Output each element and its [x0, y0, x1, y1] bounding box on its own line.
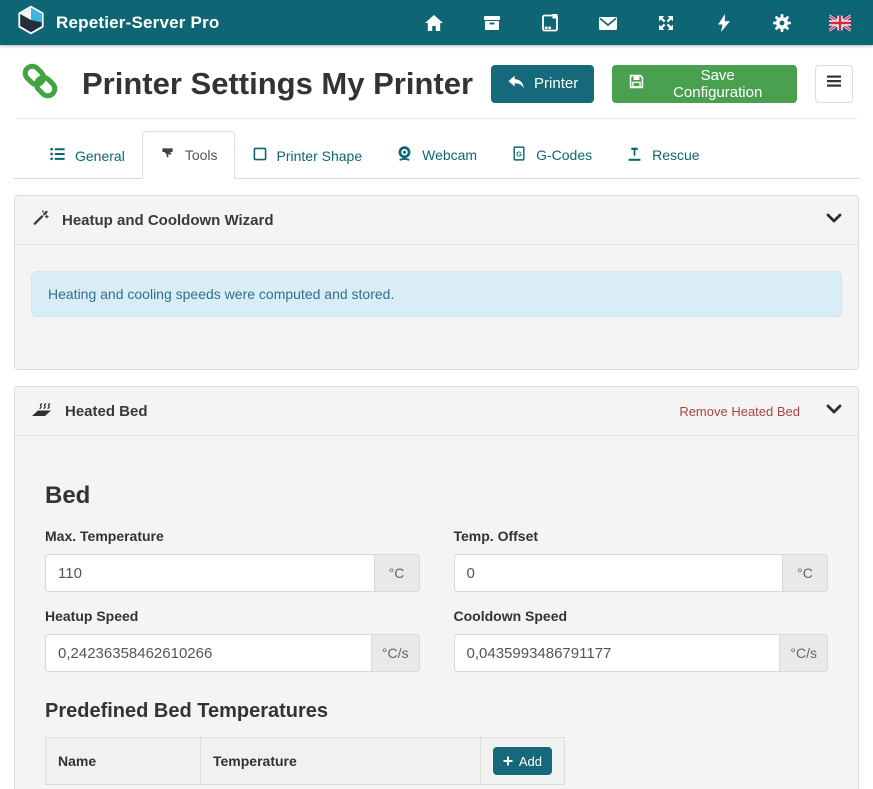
bolt-icon[interactable]	[713, 13, 735, 33]
models-icon[interactable]	[539, 13, 561, 33]
wizard-panel-body: Heating and cooling speeds were computed…	[15, 245, 858, 369]
heated-bed-panel-header[interactable]: Heated Bed Remove Heated Bed	[15, 387, 858, 436]
temp-offset-unit: °C	[782, 554, 828, 592]
tab-gcodes[interactable]: G G-Codes	[494, 131, 609, 179]
info-alert: Heating and cooling speeds were computed…	[31, 271, 842, 317]
heatup-speed-label: Heatup Speed	[45, 608, 420, 624]
heated-bed-panel: Heated Bed Remove Heated Bed Bed Max. Te…	[14, 386, 859, 789]
tab-webcam[interactable]: Webcam	[379, 131, 494, 179]
tab-tools[interactable]: Tools	[142, 131, 235, 179]
magic-wand-icon	[31, 208, 50, 232]
list-icon	[49, 146, 66, 165]
heated-bed-panel-body: Bed Max. Temperature °C Temp. Offset °C	[15, 482, 858, 789]
reply-arrow-icon	[507, 74, 525, 94]
rescue-probe-icon	[626, 145, 643, 165]
temp-offset-field: Temp. Offset °C	[454, 528, 829, 592]
heatup-cooldown-wizard-panel: Heatup and Cooldown Wizard Heating and c…	[14, 195, 859, 370]
heated-bed-panel-title: Heated Bed	[65, 403, 148, 420]
floppy-disk-icon	[628, 73, 645, 94]
cooldown-speed-field: Cooldown Speed °C/s	[454, 608, 829, 672]
home-icon[interactable]	[423, 13, 445, 33]
tab-general[interactable]: General	[32, 132, 142, 179]
messages-icon[interactable]	[597, 13, 619, 33]
temp-offset-label: Temp. Offset	[454, 528, 829, 544]
cooldown-speed-input[interactable]	[454, 634, 780, 672]
brand-title: Repetier-Server Pro	[56, 13, 219, 33]
tab-printer-shape[interactable]: Printer Shape	[235, 132, 380, 179]
hamburger-icon	[826, 74, 842, 93]
header-divider	[16, 118, 857, 119]
add-temperature-button[interactable]: Add	[493, 747, 552, 775]
wizard-panel-header[interactable]: Heatup and Cooldown Wizard	[15, 196, 858, 245]
square-outline-icon	[252, 146, 268, 165]
language-flag-uk[interactable]	[829, 13, 851, 33]
settings-icon[interactable]	[771, 13, 793, 33]
page-title: Printer Settings My Printer	[82, 66, 473, 102]
extruder-icon	[159, 145, 176, 165]
cooldown-speed-label: Cooldown Speed	[454, 608, 829, 624]
wizard-panel-title: Heatup and Cooldown Wizard	[62, 212, 274, 229]
tab-rescue[interactable]: Rescue	[609, 131, 716, 179]
webcam-icon	[396, 145, 413, 165]
remove-heated-bed-link[interactable]: Remove Heated Bed	[679, 404, 800, 419]
max-temperature-unit: °C	[374, 554, 420, 592]
predefined-bed-temperatures-title: Predefined Bed Temperatures	[45, 700, 828, 723]
name-column-header: Name	[46, 738, 201, 785]
table-header-row: Name Temperature Add	[46, 738, 565, 785]
max-temperature-label: Max. Temperature	[45, 528, 420, 544]
save-configuration-button[interactable]: Save Configuration	[612, 65, 797, 103]
more-menu-button[interactable]	[815, 65, 853, 103]
chevron-down-icon[interactable]	[826, 211, 842, 229]
brand[interactable]: Repetier-Server Pro	[16, 5, 219, 40]
link-chain-icon	[20, 61, 60, 106]
heatup-speed-field: Heatup Speed °C/s	[45, 608, 420, 672]
temperature-column-header: Temperature	[201, 738, 481, 785]
settings-tabs: General Tools Printer Shape Webcam G G-C…	[14, 131, 859, 179]
printers-icon[interactable]	[481, 13, 503, 33]
max-temperature-input[interactable]	[45, 554, 374, 592]
heatup-speed-unit: °C/s	[371, 634, 420, 672]
heatup-speed-input[interactable]	[45, 634, 371, 672]
heated-bed-icon	[31, 399, 53, 424]
predefined-bed-temperatures-table: Name Temperature Add	[45, 737, 565, 785]
top-navbar: Repetier-Server Pro	[0, 0, 873, 45]
expand-icon[interactable]	[655, 13, 677, 33]
plus-icon	[503, 754, 513, 769]
gcode-file-icon: G	[511, 145, 527, 165]
printer-button[interactable]: Printer	[491, 65, 594, 103]
svg-text:G: G	[516, 149, 522, 158]
max-temperature-field: Max. Temperature °C	[45, 528, 420, 592]
bed-section-title: Bed	[45, 482, 828, 510]
cooldown-speed-unit: °C/s	[779, 634, 828, 672]
chevron-down-icon[interactable]	[826, 402, 842, 420]
temp-offset-input[interactable]	[454, 554, 783, 592]
page-header: Printer Settings My Printer Printer Save…	[14, 45, 859, 118]
repetier-logo-icon	[16, 5, 46, 40]
navbar-icons	[423, 13, 857, 33]
